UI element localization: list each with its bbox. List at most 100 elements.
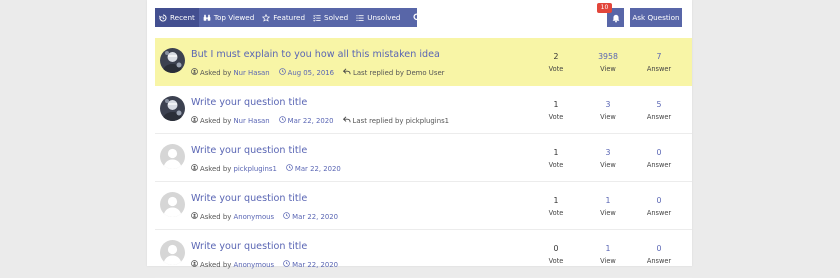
last-replied-label: Last replied by	[353, 68, 404, 77]
answer-count: 0 Answer	[639, 243, 679, 265]
user-icon	[191, 212, 198, 221]
answer-count: 5 Answer	[639, 99, 679, 121]
tab-unsolved[interactable]: Unsolved	[352, 8, 404, 27]
question-title-link[interactable]: Write your question title	[191, 97, 307, 108]
star-icon	[262, 13, 271, 22]
answer-label: Answer	[646, 161, 672, 169]
question-title-link[interactable]: Write your question title	[191, 145, 307, 156]
author-link[interactable]: Nur Hasan	[234, 117, 270, 125]
view-number: 3	[605, 100, 611, 109]
binoculars-icon	[203, 14, 211, 22]
vote-count: 2 Vote	[536, 51, 576, 73]
avatar[interactable]	[160, 144, 185, 169]
question-row: Write your question title Asked by Anonym…	[155, 230, 692, 278]
question-title-link[interactable]: Write your question title	[191, 241, 307, 252]
avatar[interactable]	[160, 192, 185, 217]
question-date[interactable]: Mar 22, 2020	[292, 213, 338, 221]
asked-by-label: Asked by	[200, 212, 232, 221]
history-icon	[159, 13, 167, 22]
answer-count: 0 Answer	[639, 147, 679, 169]
last-replied-user: Demo User	[406, 68, 445, 77]
search-icon	[413, 13, 423, 22]
tab-solved[interactable]: Solved	[309, 8, 352, 27]
clock-icon	[283, 212, 290, 221]
list-icon	[356, 14, 364, 22]
view-number: 1	[605, 196, 611, 205]
view-count: 3958 View	[588, 51, 628, 73]
view-number: 3958	[598, 52, 618, 61]
vote-label: Vote	[548, 65, 564, 73]
author-link[interactable]: Anonymous	[234, 213, 275, 221]
clock-icon	[283, 260, 290, 269]
tab-recent-label: Recent	[170, 13, 195, 22]
view-count: 3 View	[588, 147, 628, 169]
user-icon	[191, 164, 198, 173]
vote-count: 1 Vote	[536, 147, 576, 169]
clock-icon	[278, 116, 286, 125]
answer-count: 0 Answer	[639, 195, 679, 217]
filter-tabs: Recent Top Viewed Featured Solved Unsolv…	[155, 8, 423, 27]
question-meta: Asked by Anonymous Mar 22, 2020	[191, 212, 338, 221]
view-count: 1 View	[588, 195, 628, 217]
vote-number: 0	[553, 244, 559, 253]
answer-label: Answer	[646, 113, 672, 121]
asked-by-label: Asked by	[200, 116, 232, 125]
vote-label: Vote	[548, 257, 564, 265]
avatar[interactable]	[160, 240, 185, 265]
answer-label: Answer	[646, 257, 672, 265]
answer-number: 7	[656, 52, 662, 61]
asked-by-label: Asked by	[200, 68, 232, 77]
user-icon	[191, 68, 198, 77]
avatar[interactable]	[160, 48, 185, 73]
question-meta: Asked by pickplugins1 Mar 22, 2020	[191, 164, 341, 173]
clock-icon	[286, 164, 293, 173]
ask-question-button[interactable]: Ask Question	[630, 8, 682, 27]
question-title-link[interactable]: But I must explain to you how all this m…	[191, 49, 440, 60]
view-count: 3 View	[588, 99, 628, 121]
user-icon	[191, 260, 198, 269]
reply-icon	[342, 116, 351, 125]
questions-panel: Recent Top Viewed Featured Solved Unsolv…	[147, 0, 692, 278]
tab-recent[interactable]: Recent	[155, 8, 199, 27]
question-meta: Asked by Anonymous Mar 22, 2020	[191, 260, 338, 269]
answer-number: 0	[656, 148, 662, 157]
tab-solved-label: Solved	[324, 13, 349, 22]
author-link[interactable]: Anonymous	[234, 261, 275, 269]
vote-label: Vote	[548, 161, 564, 169]
tab-featured[interactable]: Featured	[258, 8, 309, 27]
view-label: View	[600, 209, 616, 217]
answer-number: 0	[656, 244, 662, 253]
tab-top-viewed[interactable]: Top Viewed	[199, 8, 258, 27]
vote-label: Vote	[548, 209, 564, 217]
question-date[interactable]: Mar 22, 2020	[292, 261, 338, 269]
vote-count: 1 Vote	[536, 195, 576, 217]
vote-number: 1	[553, 100, 559, 109]
tab-top-viewed-label: Top Viewed	[213, 13, 255, 22]
question-date[interactable]: Mar 22, 2020	[295, 165, 341, 173]
reply-icon	[342, 68, 351, 77]
author-link[interactable]: pickplugins1	[234, 165, 277, 173]
question-meta: Asked by Nur Hasan Aug 05, 2016 Last repli…	[191, 68, 445, 77]
vote-number: 1	[553, 196, 559, 205]
view-label: View	[600, 65, 616, 73]
view-label: View	[600, 161, 616, 169]
question-date[interactable]: Mar 22, 2020	[288, 117, 334, 125]
question-row: Write your question title Asked by Anonym…	[155, 182, 692, 230]
author-link[interactable]: Nur Hasan	[234, 69, 270, 77]
question-date[interactable]: Aug 05, 2016	[288, 69, 334, 77]
vote-number: 2	[553, 52, 559, 61]
answer-count: 7 Answer	[639, 51, 679, 73]
clock-icon	[278, 68, 286, 77]
last-replied-label: Last replied by	[352, 116, 404, 125]
avatar[interactable]	[160, 96, 185, 121]
question-row: Write your question title Asked by Nur Ha…	[155, 86, 692, 134]
question-title-link[interactable]: Write your question title	[191, 193, 307, 204]
search-button[interactable]	[404, 8, 431, 27]
user-icon	[191, 116, 198, 125]
question-row: Write your question title Asked by pickpl…	[155, 134, 692, 182]
vote-label: Vote	[548, 113, 564, 121]
answer-number: 5	[656, 100, 662, 109]
answer-number: 0	[656, 196, 662, 205]
tab-unsolved-label: Unsolved	[367, 13, 401, 22]
view-number: 3	[605, 148, 611, 157]
